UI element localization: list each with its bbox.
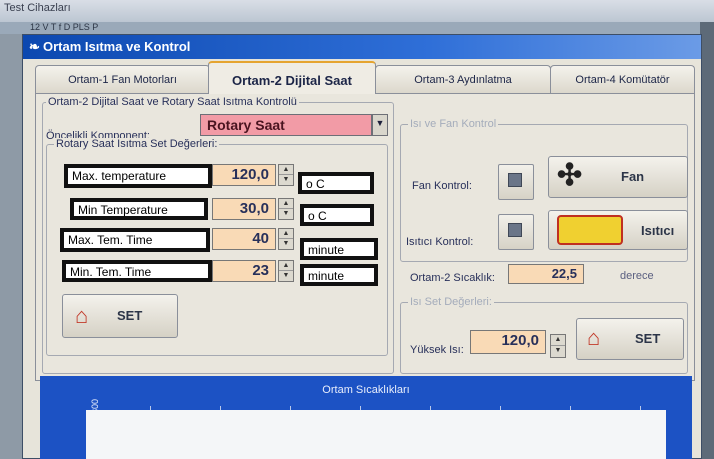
chart-tick bbox=[150, 406, 151, 410]
heater-button[interactable]: Isıtıcı bbox=[548, 210, 688, 250]
max-tem-time-label: Max. Tem. Time bbox=[60, 228, 210, 252]
chart-tick bbox=[570, 406, 571, 410]
heater-icon bbox=[557, 215, 623, 245]
heat-set-legend: Isı Set Değerleri: bbox=[408, 296, 494, 308]
background-left-edge bbox=[0, 34, 22, 459]
min-temperature-input[interactable]: 30,0 bbox=[212, 198, 276, 220]
temperature-value: 22,5 bbox=[508, 264, 584, 284]
max-temperature-label: Max. temperature bbox=[64, 164, 212, 188]
fan-button-label: Fan bbox=[621, 169, 645, 184]
temperature-unit: derece bbox=[620, 270, 654, 282]
max-temperature-input[interactable]: 120,0 bbox=[212, 164, 276, 186]
set-button-label: SET bbox=[117, 308, 143, 323]
min-temperature-unit: o C bbox=[300, 204, 374, 226]
fan-button[interactable]: ✣ Fan bbox=[548, 156, 688, 198]
component-select[interactable]: Rotary Saat bbox=[200, 114, 372, 136]
max-temperature-spinner[interactable]: ▲ ▼ bbox=[278, 164, 294, 186]
chart-title: Ortam Sıcaklıkları bbox=[322, 384, 410, 396]
max-tem-time-input[interactable]: 40 bbox=[212, 228, 276, 250]
min-tem-time-unit: minute bbox=[300, 264, 378, 286]
chevron-down-icon[interactable]: ▼ bbox=[372, 114, 388, 136]
window-title-bar[interactable]: ❧ Ortam Isıtma ve Kontrol bbox=[23, 35, 701, 59]
min-tem-time-input[interactable]: 23 bbox=[212, 260, 276, 282]
max-tem-time-unit: minute bbox=[300, 238, 378, 260]
high-heat-spinner[interactable]: ▲ ▼ bbox=[550, 334, 566, 358]
fan-icon: ✣ bbox=[557, 159, 583, 192]
tab-panel: Ortam-2 Dijital Saat ve Rotary Saat Isıt… bbox=[35, 93, 695, 381]
tab-ortam-3[interactable]: Ortam-3 Aydınlatma bbox=[375, 65, 551, 93]
fan-toggle-button[interactable] bbox=[498, 164, 534, 200]
chart-tick bbox=[500, 406, 501, 410]
heat-set-button[interactable]: ⌂ SET bbox=[576, 318, 684, 360]
heater-button-label: Isıtıcı bbox=[641, 223, 675, 238]
max-temperature-unit: o C bbox=[298, 172, 374, 194]
background-right-edge bbox=[700, 22, 714, 459]
high-heat-input[interactable]: 120,0 bbox=[470, 330, 546, 354]
chart-tick bbox=[640, 406, 641, 410]
fan-control-label: Fan Kontrol: bbox=[412, 180, 472, 192]
max-tem-time-spinner[interactable]: ▲ ▼ bbox=[278, 228, 294, 250]
main-group-legend: Ortam-2 Dijital Saat ve Rotary Saat Isıt… bbox=[46, 96, 299, 108]
background-window-title: Test Cihazları bbox=[0, 0, 714, 22]
heater-toggle-button[interactable] bbox=[498, 214, 534, 250]
tab-label: Ortam-2 Dijital Saat bbox=[232, 73, 352, 88]
set-values-legend: Rotary Saat Isıtma Set Değerleri: bbox=[54, 138, 220, 150]
app-icon: ❧ bbox=[29, 39, 40, 54]
min-tem-time-label: Min. Tem. Time bbox=[62, 260, 212, 282]
high-heat-label: Yüksek Isı: bbox=[410, 344, 464, 356]
tab-ortam-2[interactable]: Ortam-2 Dijital Saat bbox=[208, 61, 376, 94]
tab-ortam-1[interactable]: Ortam-1 Fan Motorları bbox=[35, 65, 210, 93]
heat-set-button-label: SET bbox=[635, 331, 661, 346]
tab-label: Ortam-3 Aydınlatma bbox=[414, 74, 512, 86]
tab-ortam-4[interactable]: Ortam-4 Komütatör bbox=[550, 65, 695, 93]
min-tem-time-spinner[interactable]: ▲ ▼ bbox=[278, 260, 294, 282]
chart-plot-area bbox=[86, 410, 666, 459]
set-values-button[interactable]: ⌂ SET bbox=[62, 294, 178, 338]
tab-label: Ortam-4 Komütatör bbox=[575, 74, 670, 86]
window-title: Ortam Isıtma ve Kontrol bbox=[43, 39, 191, 54]
chart-tick bbox=[290, 406, 291, 410]
fan-control-legend: Isı ve Fan Kontrol bbox=[408, 118, 499, 130]
background-toolbar-strip: 12 V T f D PLS P bbox=[0, 22, 714, 34]
tab-label: Ortam-1 Fan Motorları bbox=[68, 74, 177, 86]
temperature-chart: Ortam Sıcaklıkları 300 bbox=[40, 376, 692, 459]
house-icon: ⌂ bbox=[75, 303, 89, 328]
house-icon: ⌂ bbox=[587, 325, 601, 350]
min-temperature-label: Min Temperature bbox=[70, 198, 208, 220]
chart-tick bbox=[220, 406, 221, 410]
temperature-label: Ortam-2 Sıcaklık: bbox=[410, 272, 495, 284]
min-temperature-spinner[interactable]: ▲ ▼ bbox=[278, 198, 294, 220]
chart-tick bbox=[360, 406, 361, 410]
heater-control-label: Isıtıcı Kontrol: bbox=[406, 236, 474, 248]
chart-tick bbox=[430, 406, 431, 410]
